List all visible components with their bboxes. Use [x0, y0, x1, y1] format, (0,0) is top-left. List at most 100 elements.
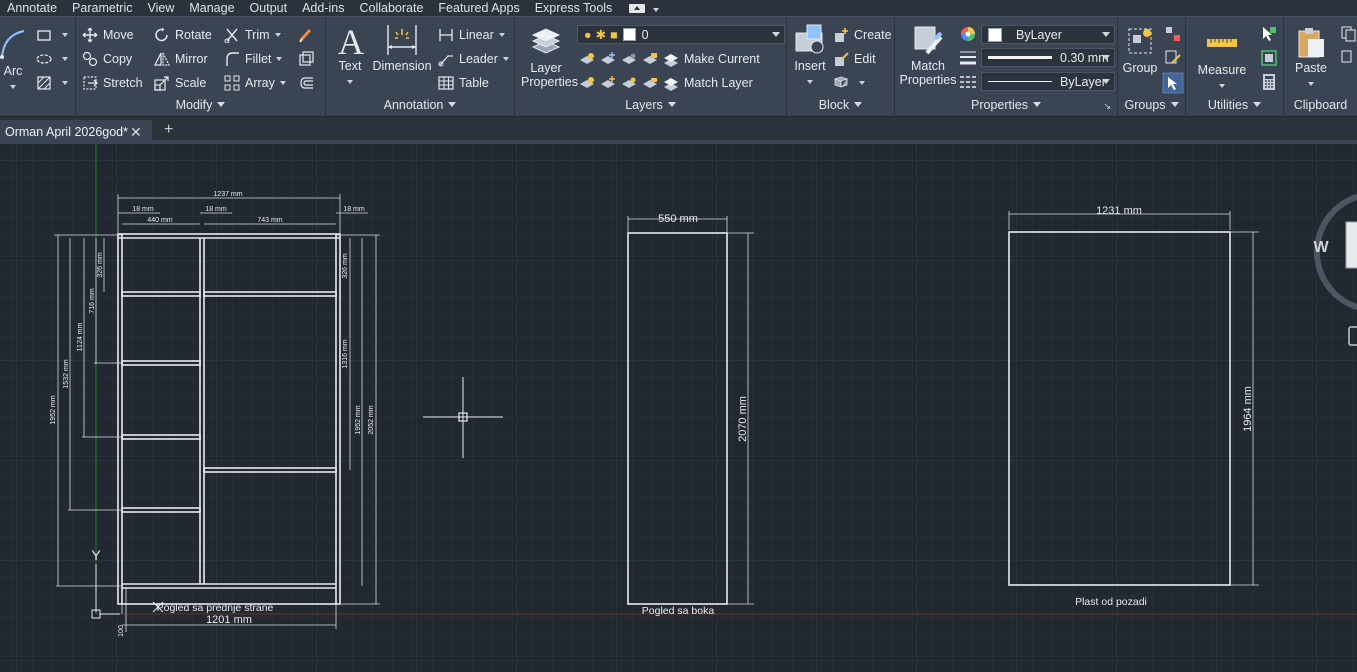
chevron-down-icon — [10, 85, 16, 89]
layer-tools-row-2: Match Layer — [579, 73, 753, 93]
layer-on-icon[interactable] — [621, 75, 637, 91]
tab-express-tools[interactable]: Express Tools — [528, 0, 621, 16]
lightbulb-icon: ● — [584, 27, 592, 42]
array-button[interactable]: Array — [224, 73, 286, 93]
cut-icon[interactable] — [1340, 49, 1357, 67]
edit-block-button[interactable]: Edit — [833, 49, 876, 69]
tab-annotate[interactable]: Annotate — [0, 0, 65, 16]
group-selection-icon[interactable] — [1162, 72, 1184, 94]
tab-manage[interactable]: Manage — [182, 0, 242, 16]
color-dropdown[interactable]: ByLayer — [981, 25, 1115, 44]
tab-view[interactable]: View — [140, 0, 182, 16]
dim-mid-divider: 18 mm — [205, 206, 227, 213]
rotate-button[interactable]: Rotate — [154, 25, 212, 45]
stretch-button[interactable]: Stretch — [82, 73, 143, 93]
erase-button[interactable] — [298, 25, 319, 45]
group-icon — [1128, 28, 1152, 54]
modify-panel-title[interactable]: Modify — [76, 96, 325, 114]
layer-properties-button[interactable]: Layer Properties — [521, 25, 578, 89]
chevron-down-icon — [1308, 82, 1314, 86]
paste-button[interactable]: Paste — [1290, 25, 1332, 89]
tab-output[interactable]: Output — [243, 0, 296, 16]
chevron-down-icon — [217, 102, 226, 107]
chevron-down-icon — [347, 80, 353, 84]
text-button[interactable]: A Text — [334, 23, 366, 87]
new-tab-plus-icon[interactable]: + — [164, 121, 173, 139]
group-button[interactable]: Group — [1120, 25, 1160, 75]
copy-clip-icon[interactable] — [1340, 25, 1357, 43]
layer-unlock-icon[interactable] — [642, 75, 658, 91]
dim-shelf-1: 326 mm — [97, 252, 104, 277]
hatch-icon — [37, 76, 51, 90]
scale-button[interactable]: Scale — [154, 73, 206, 93]
dimension-button[interactable]: Dimension — [372, 23, 432, 73]
linear-button[interactable]: Linear — [438, 25, 505, 45]
clipboard-panel-title[interactable]: Clipboard — [1284, 96, 1357, 114]
rectangle-button[interactable] — [36, 25, 68, 45]
tab-featured-apps[interactable]: Featured Apps — [431, 0, 527, 16]
drawing-canvas[interactable]: 1237 mm 18 mm 18 mm 18 mm 440 mm 743 mm — [0, 144, 1357, 672]
hatch-button[interactable] — [36, 49, 68, 69]
layer-thaw-icon[interactable] — [600, 75, 616, 91]
tab-parametric[interactable]: Parametric — [65, 0, 140, 16]
model-space[interactable]: 1237 mm 18 mm 18 mm 18 mm 440 mm 743 mm — [0, 144, 1357, 672]
move-button[interactable]: Move — [82, 25, 134, 45]
layer-lock-icon[interactable] — [642, 51, 658, 67]
layer-isolate-icon[interactable] — [579, 51, 595, 67]
annotation-title-text: Annotation — [383, 98, 444, 112]
select-all-icon[interactable] — [1260, 49, 1278, 67]
measure-button[interactable]: Measure — [1192, 27, 1252, 91]
lineweight-icon — [960, 51, 976, 65]
block-panel-title[interactable]: Block — [787, 96, 894, 114]
offset-icon — [300, 77, 313, 89]
match-properties-icon — [914, 26, 943, 55]
properties-panel-title[interactable]: Properties — [895, 96, 1117, 114]
calculator-icon[interactable] — [1260, 73, 1278, 91]
create-block-button[interactable]: Create — [833, 25, 892, 45]
panel-utilities: Measure Utilities — [1186, 17, 1284, 117]
ribbon-minimize-button[interactable] — [620, 0, 667, 16]
lineweight-dropdown[interactable]: 0.30 mm — [981, 48, 1115, 67]
document-tab[interactable]: Orman April 2026god* ✕ — [0, 120, 152, 144]
quick-select-icon[interactable] — [1260, 25, 1278, 43]
layer-off-icon[interactable] — [621, 51, 637, 67]
make-current-label[interactable]: Make Current — [684, 52, 760, 66]
dim-left-bay: 440 mm — [147, 217, 172, 224]
explode-button[interactable] — [298, 49, 319, 69]
dim-right-shelf-1: 326 mm — [342, 253, 349, 278]
match-properties-button[interactable]: Match Properties — [899, 23, 957, 87]
copy-button[interactable]: Copy — [82, 49, 132, 69]
trim-button[interactable]: Trim — [224, 25, 281, 45]
table-label: Table — [459, 76, 489, 90]
layer-dropdown[interactable]: ● ✱ ■ 0 — [577, 25, 785, 44]
side-view-caption: Pogled sa boka — [642, 605, 715, 617]
group-edit-icon[interactable] — [1164, 49, 1182, 67]
match-layer-label[interactable]: Match Layer — [684, 76, 753, 90]
tab-collaborate[interactable]: Collaborate — [352, 0, 431, 16]
table-button[interactable]: Table — [438, 73, 489, 93]
offset-button[interactable] — [298, 73, 319, 93]
utilities-panel-title[interactable]: Utilities — [1186, 96, 1283, 114]
chevron-down-icon — [807, 80, 813, 84]
linetype-dropdown[interactable]: ByLayer — [981, 72, 1115, 91]
close-icon[interactable]: ✕ — [130, 120, 142, 144]
leader-button[interactable]: Leader — [438, 49, 509, 69]
tab-add-ins[interactable]: Add-ins — [295, 0, 352, 16]
hatch-pattern-button[interactable] — [36, 73, 68, 93]
paste-icon — [1298, 28, 1324, 58]
layers-panel-title[interactable]: Layers — [515, 96, 786, 114]
layer-unisolate-icon[interactable] — [579, 75, 595, 91]
panel-block: Insert Create Edit Block — [787, 17, 895, 117]
annotation-panel-title[interactable]: Annotation — [326, 96, 514, 114]
mirror-button[interactable]: Mirror — [154, 49, 208, 69]
fillet-button[interactable]: Fillet — [224, 49, 283, 69]
arc-button[interactable]: Arc — [0, 27, 26, 92]
ungroup-icon[interactable] — [1164, 25, 1182, 43]
leader-label: Leader — [459, 52, 498, 66]
layer-freeze-icon[interactable] — [600, 51, 616, 67]
groups-panel-title[interactable]: Groups — [1118, 96, 1185, 114]
insert-button[interactable]: Insert — [791, 23, 829, 87]
block-attributes-button[interactable] — [833, 73, 865, 93]
dialog-launcher-icon[interactable]: ↘ — [1103, 101, 1111, 112]
color-wheel-icon[interactable] — [959, 25, 977, 43]
